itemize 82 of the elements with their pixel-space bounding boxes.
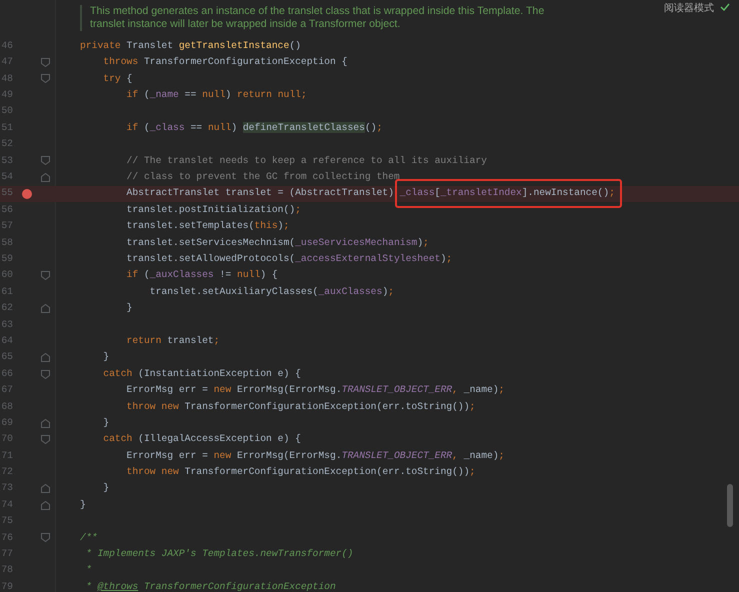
fold-icon[interactable] [41, 500, 50, 510]
line-number: 67 [0, 383, 13, 398]
code-line: try { [102, 72, 132, 86]
check-icon [720, 3, 730, 11]
line-number: 56 [0, 202, 13, 217]
code-line: throws TransformerConfigurationException { [102, 55, 348, 70]
code-line: return translet; [126, 334, 220, 348]
code-line: * @throws TransformerConfigurationException [84, 580, 336, 592]
code-line: translet.setTemplates(this); [126, 219, 290, 234]
code-line: throw new TransformerConfigurationException(err.toString()); [126, 400, 476, 414]
code-line: private Translet getTransletInstance() [80, 38, 301, 53]
fold-icon[interactable] [41, 435, 50, 444]
line-number: 73 [0, 481, 13, 496]
code-line: } [80, 498, 86, 512]
code-line: /** [80, 530, 98, 545]
line-number: 65 [0, 350, 13, 364]
line-number: 71 [0, 448, 13, 463]
line-number: 52 [0, 137, 13, 152]
line-number: 68 [0, 400, 13, 414]
line-number: 61 [0, 284, 13, 299]
line-number: 58 [0, 236, 13, 250]
line-number: 75 [0, 514, 13, 528]
line-number: 59 [0, 252, 13, 266]
fold-icon[interactable] [41, 58, 50, 68]
fold-icon[interactable] [41, 484, 50, 494]
fold-icon[interactable] [41, 304, 50, 313]
fold-icon[interactable] [41, 74, 50, 84]
line-number: 48 [0, 72, 13, 86]
breakpoint-icon[interactable] [22, 188, 32, 199]
line-number: 70 [0, 432, 13, 446]
line-number: 55 [0, 186, 13, 200]
line-number: 62 [0, 301, 13, 316]
fold-icon[interactable] [41, 172, 50, 182]
line-number: 76 [0, 530, 13, 545]
line-number: 63 [0, 318, 13, 332]
line-number: 46 [0, 38, 13, 53]
line-number: 79 [0, 580, 13, 592]
line-number: 51 [0, 120, 13, 135]
code-line: throw new TransformerConfigurationException(err.toString()); [126, 465, 476, 480]
line-number: 57 [0, 219, 13, 234]
reader-mode-button[interactable]: 阅读器模式 [664, 1, 714, 16]
highlighted-code: _class[_transletIndex].newInstance(); [394, 179, 622, 208]
line-number: 53 [0, 154, 13, 168]
code-line: if (_auxClasses != null) { [126, 268, 278, 282]
line-number: 47 [0, 55, 13, 70]
line-number: 69 [0, 416, 13, 430]
code-line: ErrorMsg err = new ErrorMsg(ErrorMsg.TRANSLET_OBJECT_ERR, _name); [126, 448, 504, 463]
code-line: } [102, 416, 110, 430]
fold-icon[interactable] [41, 370, 50, 378]
line-number: 64 [0, 334, 13, 348]
code-line: catch (InstantiationException e) { [102, 366, 301, 381]
line-number: 77 [0, 547, 13, 562]
code-line: AbstractTranslet translet = (AbstractTranslet) [126, 186, 395, 200]
code-line: translet.setAuxiliaryClasses(_auxClasses); [148, 284, 394, 299]
code-line: // The translet needs to keep a reference to all its auxiliary [126, 154, 487, 168]
code-line: * [84, 563, 92, 578]
code-line: } [126, 301, 132, 316]
line-number: 78 [0, 563, 13, 578]
line-number: 49 [0, 88, 13, 102]
line-number: 54 [0, 170, 13, 184]
code-line: } [102, 481, 110, 496]
code-line: if (_class == null) defineTransletClasses(); [126, 120, 382, 135]
fold-icon[interactable] [41, 271, 50, 280]
fold-icon[interactable] [41, 418, 50, 428]
scrollbar-thumb[interactable] [727, 484, 733, 527]
code-line: * Implements JAXP's Templates.newTransformer() [84, 547, 354, 562]
code-line: translet.postInitialization(); [126, 202, 301, 217]
code-line: translet.setAllowedProtocols(_accessExternalStylesheet); [126, 252, 452, 266]
code-line: if (_name == null) return null; [126, 88, 307, 102]
fold-icon[interactable] [41, 533, 50, 542]
code-line: catch (IllegalAccessException e) { [102, 432, 301, 446]
line-number: 50 [0, 104, 13, 118]
doc-comment: This method generates an instance of the translet class that is wrapped inside this Template. The translet instance will later be wrapped inside a Transformer object. [90, 5, 544, 31]
fold-icon[interactable] [41, 156, 50, 166]
line-number: 66 [0, 366, 13, 381]
code-line: translet.setServicesMechnism(_useServicesMechanism); [126, 236, 429, 250]
fold-icon[interactable] [41, 353, 50, 362]
code-line: ErrorMsg err = new ErrorMsg(ErrorMsg.TRANSLET_OBJECT_ERR, _name); [126, 383, 504, 398]
line-number: 74 [0, 498, 13, 512]
line-number: 72 [0, 465, 13, 480]
code-line: } [102, 350, 110, 364]
line-number: 60 [0, 268, 13, 282]
